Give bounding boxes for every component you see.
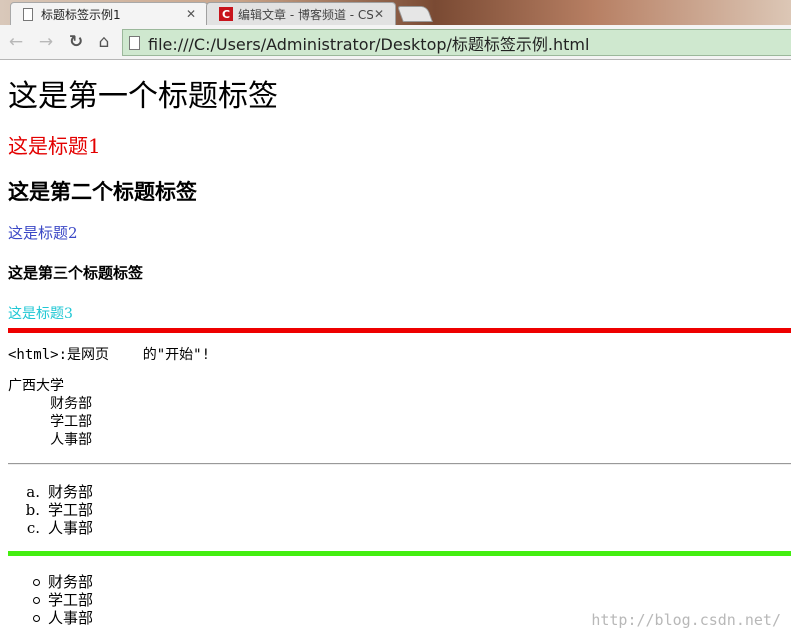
list-marker: c. [26, 519, 40, 537]
home-icon[interactable]: ⌂ [94, 32, 114, 52]
forward-arrow-icon[interactable]: → [36, 32, 56, 52]
browser-chrome: 标题标签示例1 ✕ C 编辑文章 - 博客频道 - CSI ✕ ← → ↻ ⌂ … [0, 0, 791, 60]
red-subtitle: 这是标题1 [8, 134, 101, 158]
green-divider [8, 551, 791, 556]
tab-active[interactable]: 标题标签示例1 ✕ [10, 2, 208, 25]
close-icon[interactable]: ✕ [373, 7, 385, 21]
back-arrow-icon[interactable]: ← [6, 32, 26, 52]
list-item: a. 财务部 [8, 483, 93, 501]
reload-icon[interactable]: ↻ [66, 32, 86, 52]
blue-subtitle: 这是标题2 [8, 224, 78, 242]
circle-bullet-icon [33, 578, 40, 586]
heading-2: 这是第二个标题标签 [8, 179, 197, 204]
ordered-list: a. 财务部 b. 学工部 c. 人事部 [8, 483, 93, 537]
list-marker: a. [26, 483, 40, 501]
preformatted-block: 广西大学 财务部 学工部 人事部 [8, 378, 93, 448]
red-divider [8, 328, 791, 333]
list-item-text: 财务部 [48, 573, 94, 591]
list-item-text: 财务部 [48, 483, 94, 501]
list-item-text: 人事部 [48, 519, 94, 537]
page-icon [23, 7, 33, 21]
tab-strip: 标题标签示例1 ✕ C 编辑文章 - 博客频道 - CSI ✕ [0, 0, 791, 25]
address-bar[interactable]: file:///C:/Users/Administrator/Desktop/标… [122, 29, 791, 56]
cyan-subtitle: 这是标题3 [8, 306, 73, 322]
list-marker: b. [25, 501, 40, 519]
list-item-text: 学工部 [48, 591, 94, 609]
tab-title: 编辑文章 - 博客频道 - CSI [238, 7, 373, 22]
list-item: b. 学工部 [8, 501, 93, 519]
heading-1: 这是第一个标题标签 [8, 79, 278, 114]
tab-csdn[interactable]: C 编辑文章 - 博客频道 - CSI ✕ [206, 2, 396, 25]
toolbar: ← → ↻ ⌂ file:///C:/Users/Administrator/D… [0, 25, 791, 60]
close-icon[interactable]: ✕ [185, 7, 197, 21]
circle-bullet-icon [33, 596, 40, 604]
list-item-text: 人事部 [48, 609, 94, 627]
page-icon [129, 35, 140, 50]
list-item: 学工部 [8, 591, 93, 609]
watermark: http://blog.csdn.net/ [591, 611, 781, 629]
new-tab-button[interactable] [397, 6, 433, 22]
preformatted-line: <html>:是网页 的"开始"! [8, 347, 211, 363]
unordered-list: 财务部 学工部 人事部 [8, 573, 93, 627]
list-item-text: 学工部 [48, 501, 94, 519]
list-item: 人事部 [8, 609, 93, 627]
page-content: 这是第一个标题标签 这是标题1 这是第二个标题标签 这是标题2 这是第三个标题标… [0, 61, 791, 641]
tab-title: 标题标签示例1 [41, 7, 121, 22]
list-item: 财务部 [8, 573, 93, 591]
url-text[interactable]: file:///C:/Users/Administrator/Desktop/标… [148, 31, 589, 55]
heading-3: 这是第三个标题标签 [8, 264, 144, 282]
list-item: c. 人事部 [8, 519, 93, 537]
gray-divider [8, 463, 791, 465]
circle-bullet-icon [33, 614, 40, 622]
csdn-logo-icon: C [219, 7, 233, 21]
